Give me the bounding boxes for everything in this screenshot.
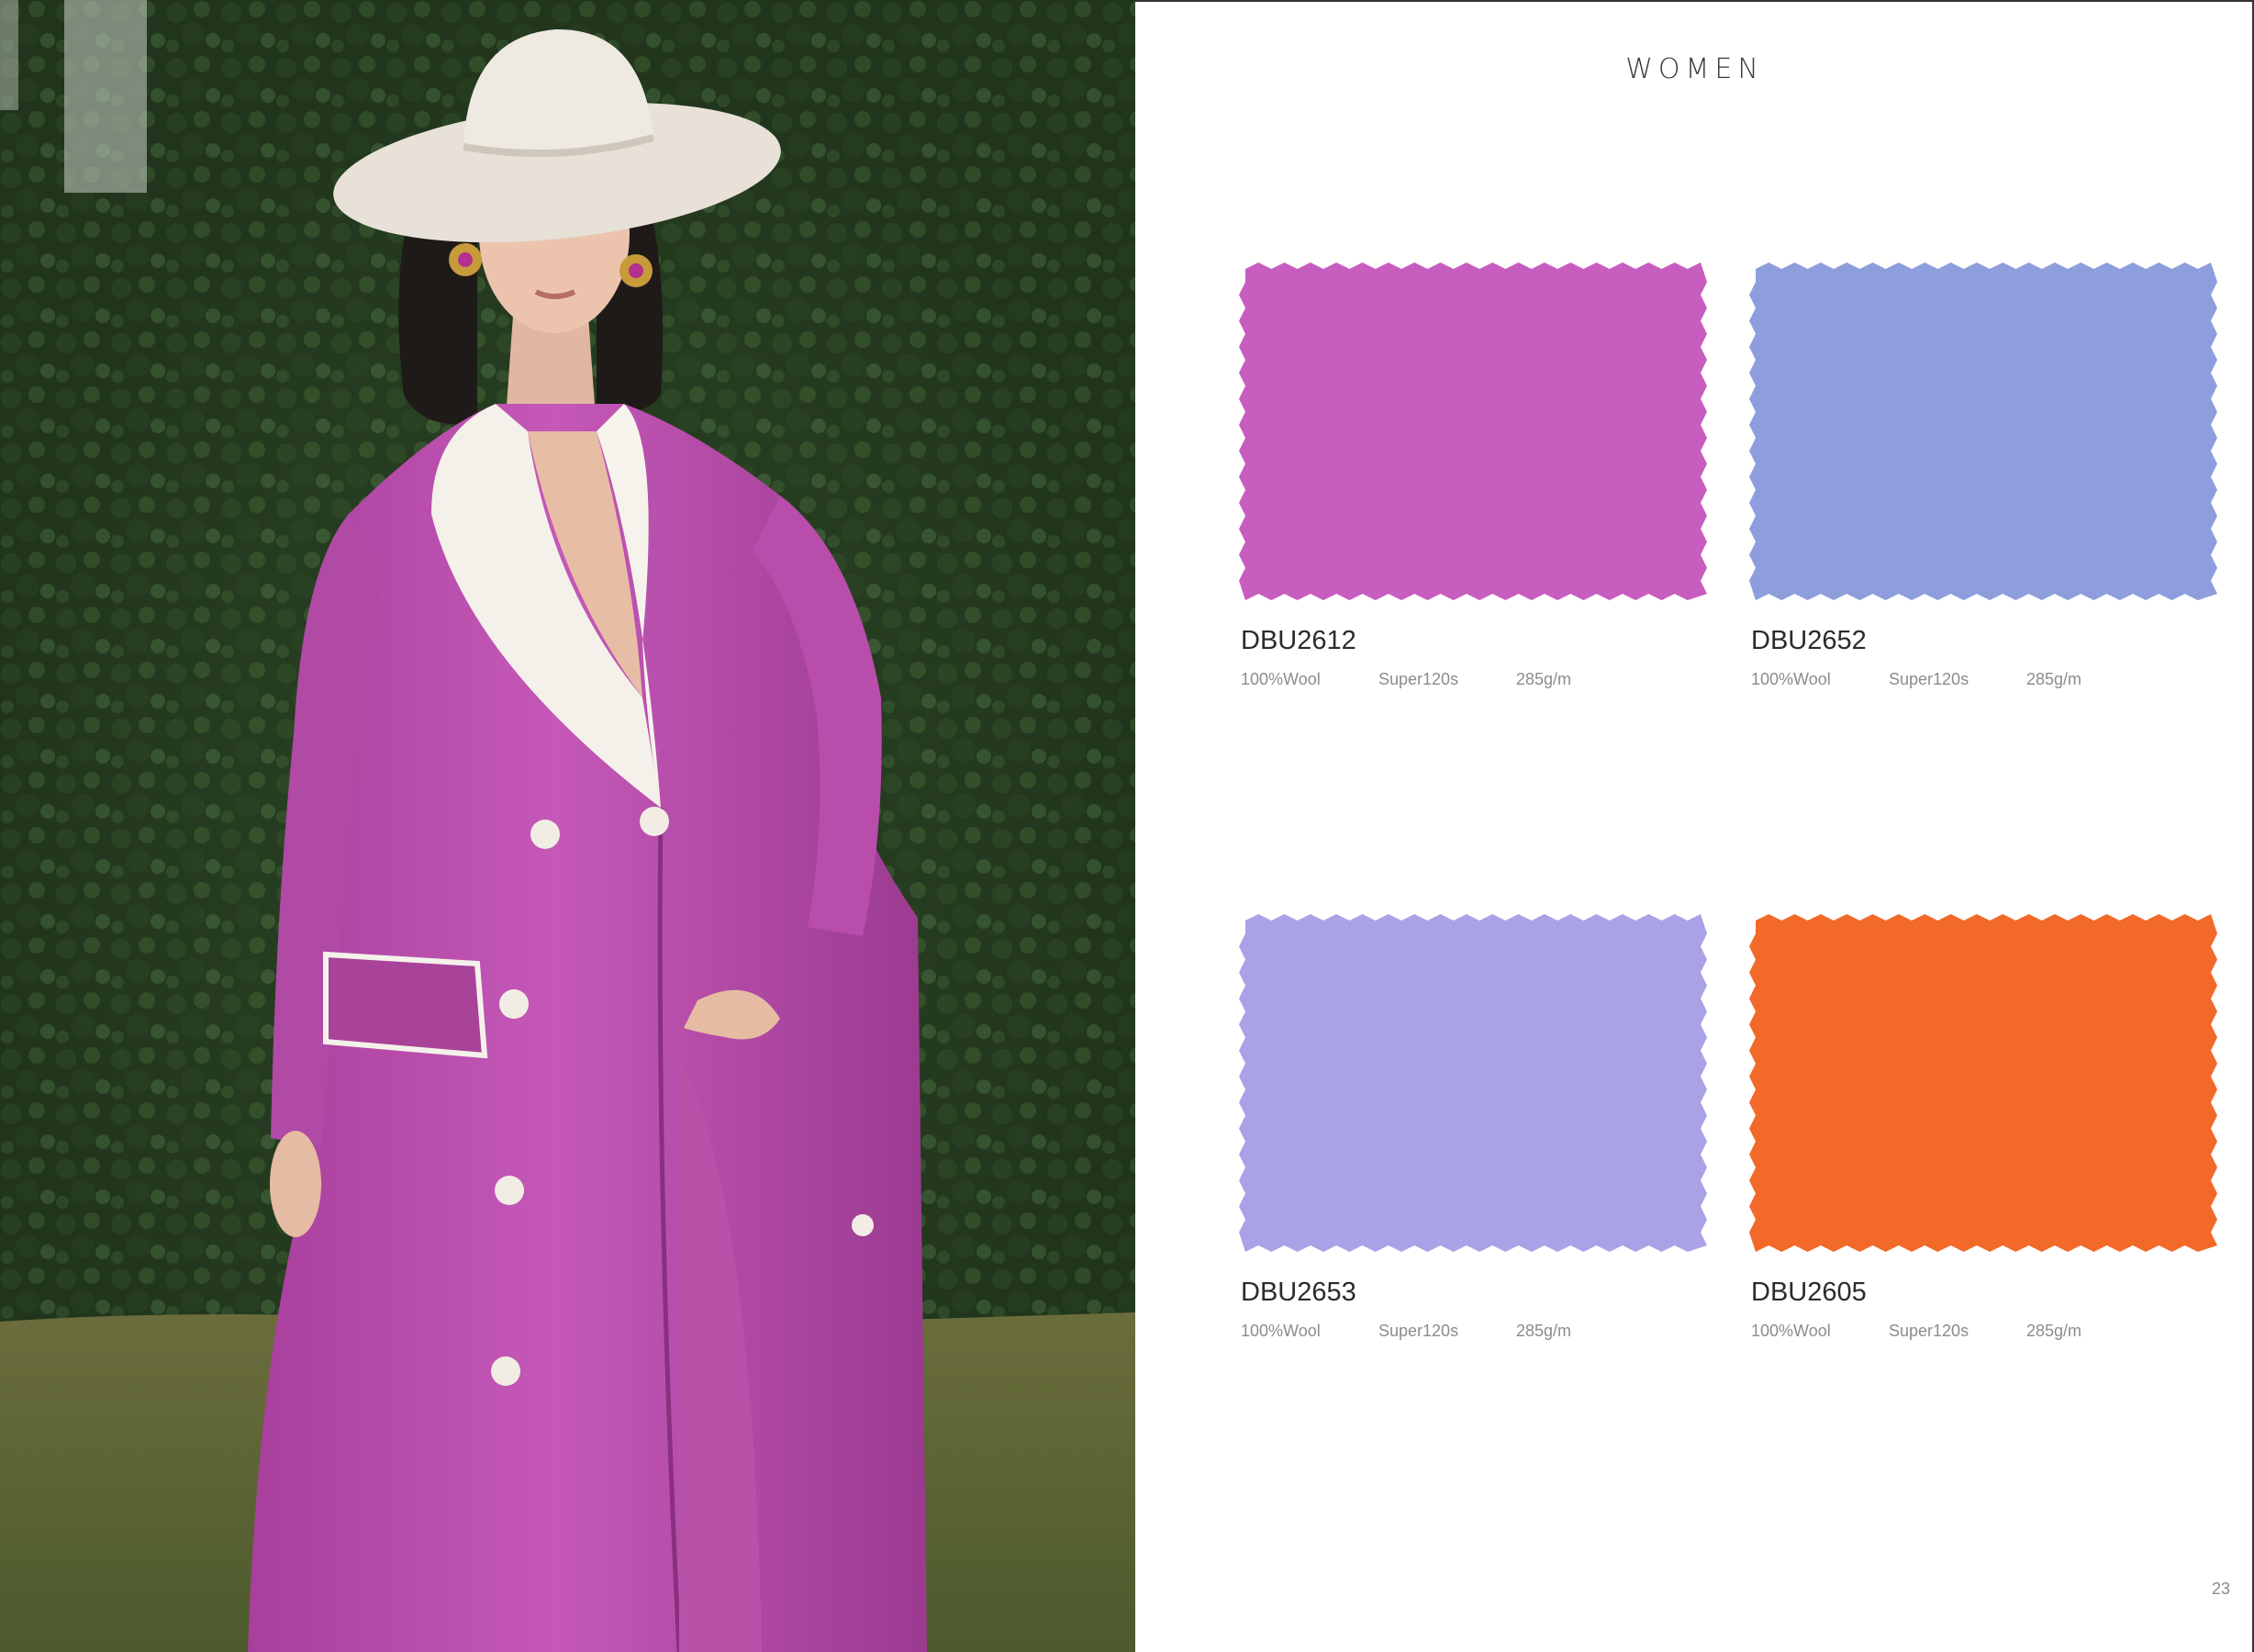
fabric-quality: Super120s xyxy=(1889,670,1969,688)
fabric-code: DBU2653 xyxy=(1241,1278,1356,1307)
fabric-swatch xyxy=(1239,262,1707,600)
fabric-swatch xyxy=(1239,914,1707,1252)
fabric-weight: 285g/m xyxy=(1516,670,1572,688)
fabric-quality: Super120s xyxy=(1378,670,1459,688)
fabric-quality: Super120s xyxy=(1378,1322,1459,1340)
fabric-code: DBU2652 xyxy=(1751,626,1867,655)
section-title: WOMEN xyxy=(1625,53,1764,85)
fabric-composition: 100%Wool xyxy=(1751,1322,1831,1340)
fashion-photo xyxy=(0,0,1135,1652)
fabric-code: DBU2605 xyxy=(1751,1278,1867,1307)
fabric-catalogue-page: WOMEN DBU2612 100%Wool Super120s 285g/m … xyxy=(1135,0,2254,1652)
fabric-quality: Super120s xyxy=(1889,1322,1969,1340)
pinked-swatch-shape xyxy=(1239,914,1707,1252)
fabric-weight: 285g/m xyxy=(2026,1322,2082,1340)
fabric-swatch xyxy=(1749,914,2217,1252)
fabric-weight: 285g/m xyxy=(1516,1322,1572,1340)
fabric-swatch xyxy=(1749,262,2217,600)
fashion-photo-illustration xyxy=(0,0,1135,1652)
pinked-swatch-shape xyxy=(1749,262,2217,600)
pinked-swatch-shape xyxy=(1749,914,2217,1252)
fabric-composition: 100%Wool xyxy=(1241,670,1321,688)
fabric-composition: 100%Wool xyxy=(1241,1322,1321,1340)
fabric-composition: 100%Wool xyxy=(1751,670,1831,688)
fabric-code: DBU2612 xyxy=(1241,626,1356,655)
pinked-swatch-shape xyxy=(1239,262,1707,600)
catalogue-spread: WOMEN DBU2612 100%Wool Super120s 285g/m … xyxy=(0,0,2254,1652)
fabric-weight: 285g/m xyxy=(2026,670,2082,688)
page-number: 23 xyxy=(2211,1579,2230,1598)
